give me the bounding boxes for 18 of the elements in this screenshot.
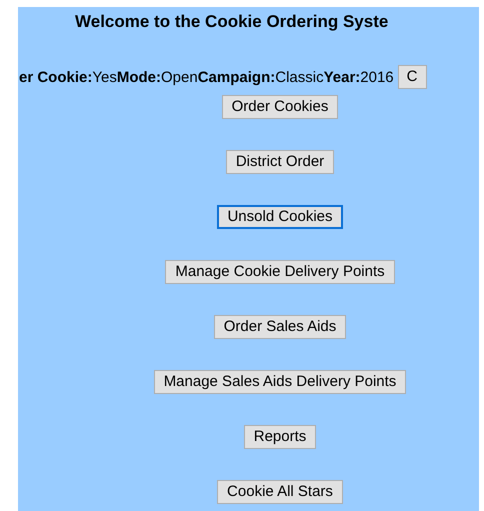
menu-button[interactable]: Manage Cookie Delivery Points [165,260,395,284]
status-label: Year: [324,68,360,86]
menu-button[interactable]: Manage Sales Aids Delivery Points [154,370,406,394]
status-value: Yes [92,68,117,86]
status-value: 2016 [360,68,394,86]
status-label: Campaign: [198,68,276,86]
menu-button[interactable]: Order Sales Aids [214,315,346,339]
menu-button[interactable]: Cookie All Stars [217,480,343,504]
status-value: Open [161,68,198,86]
page-title: Welcome to the Cookie Ordering Syste [74,11,390,33]
status-label: Mode: [116,68,162,86]
menu-button[interactable]: Unsold Cookies [217,205,343,229]
menu-button[interactable]: District Order [226,150,334,174]
menu-button[interactable]: Order Cookies [222,95,338,119]
status-label: er Cookie: [19,68,92,86]
status-value: Classic [275,68,324,86]
status-button[interactable]: C [398,65,426,89]
menu-button[interactable]: Reports [244,425,316,449]
